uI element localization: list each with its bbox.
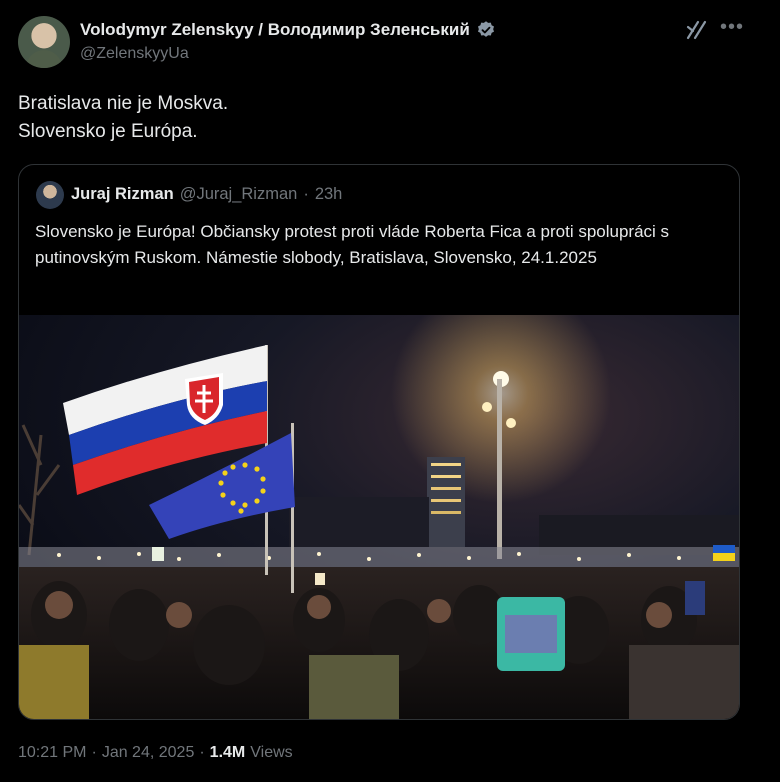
meta-separator: · [303, 185, 309, 203]
protest-photo[interactable] [19, 315, 739, 720]
verified-badge-icon [477, 21, 494, 37]
quoted-tweet-header: Juraj Rizman @Juraj_Rizman · 23h [71, 185, 342, 204]
quoted-author-handle[interactable]: @Juraj_Rizman [180, 185, 298, 204]
quoted-tweet-text: Slovensko je Európa! Občiansky protest p… [35, 222, 670, 267]
views-count[interactable]: 1.4M [210, 744, 246, 762]
author-name-row: Volodymyr Zelenskyy / Володимир Зеленськ… [80, 20, 496, 40]
quoted-author-name[interactable]: Juraj Rizman [71, 185, 174, 204]
quoted-tweet-time[interactable]: 23h [315, 185, 343, 204]
grok-icon[interactable] [684, 18, 708, 42]
author-avatar[interactable] [18, 16, 70, 68]
tweet-text-line: Bratislava nie je Moskva. [18, 93, 229, 114]
quoted-tweet[interactable]: Juraj Rizman @Juraj_Rizman · 23h Slovens… [18, 164, 740, 720]
meta-separator: · [91, 744, 97, 761]
more-options-icon[interactable]: ••• [720, 16, 744, 39]
tweet-text-line: Slovensko je Európa. [18, 121, 198, 142]
author-handle[interactable]: @ZelenskyyUa [80, 45, 189, 63]
tweet-date[interactable]: Jan 24, 2025 [102, 744, 195, 762]
author-name[interactable]: Volodymyr Zelenskyy / Володимир Зеленськ… [80, 20, 470, 40]
meta-separator: · [199, 744, 205, 761]
quoted-author-avatar[interactable] [36, 181, 64, 209]
tweet-footer: 10:21 PM · Jan 24, 2025 · 1.4M Views [18, 744, 293, 762]
tweet-text: Bratislava nie je Moskva. Slovensko je E… [18, 90, 228, 146]
tweet-time[interactable]: 10:21 PM [18, 744, 86, 762]
views-label: Views [250, 744, 293, 761]
